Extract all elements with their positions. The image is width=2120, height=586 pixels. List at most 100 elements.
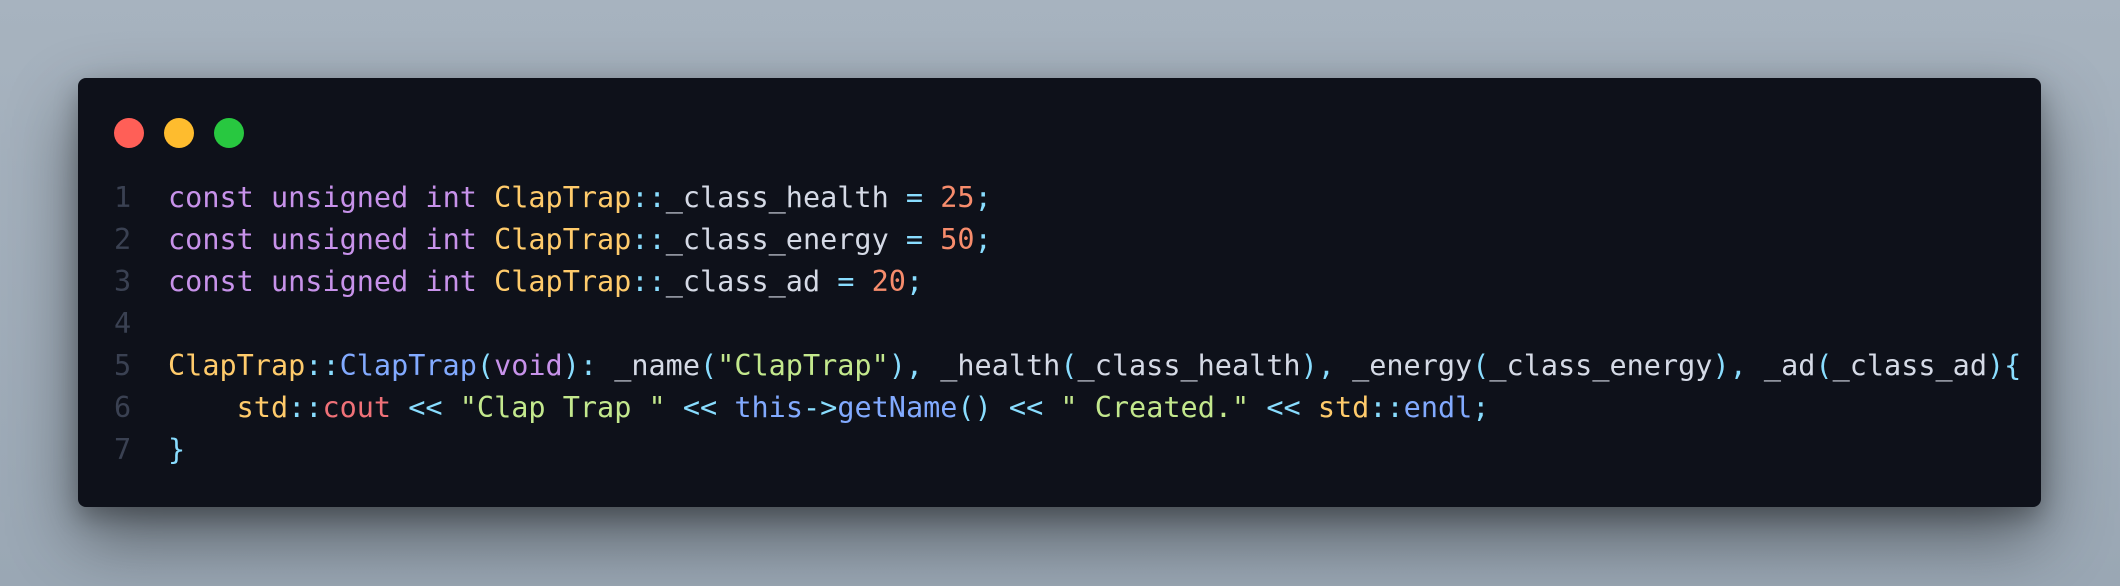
code-token: ( xyxy=(476,349,495,382)
code-token: << xyxy=(1008,391,1044,424)
code-token: const xyxy=(168,265,254,298)
code-token: :: xyxy=(631,265,666,298)
code-token: std xyxy=(236,391,289,424)
code-token: getName xyxy=(837,391,958,424)
line-number: 5 xyxy=(114,349,132,382)
line-number: 3 xyxy=(114,265,132,298)
code-token: << xyxy=(408,391,443,424)
code-token: -> xyxy=(802,391,838,424)
code-window: 1 const unsigned int ClapTrap::_class_hea… xyxy=(78,78,2041,507)
close-dot[interactable] xyxy=(114,118,144,148)
code-token: _ad xyxy=(1746,349,1816,382)
line-code: const unsigned int ClapTrap::_class_ener… xyxy=(168,219,992,261)
code-token: ( xyxy=(1472,349,1490,382)
code-token: _class_energy xyxy=(665,223,889,256)
code-token: this xyxy=(734,391,803,424)
code-token: _class_energy xyxy=(1489,349,1713,382)
code-token: _class_ad xyxy=(665,265,821,298)
code-token: endl xyxy=(1403,391,1473,424)
code-token: int xyxy=(425,265,477,298)
line-number: 2 xyxy=(114,223,132,256)
code-token: } xyxy=(168,433,186,466)
code-token: _class_health xyxy=(1077,349,1301,382)
code-token: const xyxy=(168,223,254,256)
code-token: ( xyxy=(699,349,718,382)
code-token: int xyxy=(425,223,477,256)
line-number: 6 xyxy=(114,391,132,424)
code-token: _energy xyxy=(1334,349,1473,382)
code-token: ; xyxy=(974,181,992,214)
code-token: << xyxy=(1266,391,1301,424)
code-token: ; xyxy=(1472,391,1490,424)
code-token: ; xyxy=(974,223,992,256)
code-token: ClapTrap xyxy=(494,223,632,256)
code-token: _name xyxy=(597,349,700,382)
code-token: ClapTrap xyxy=(494,181,632,214)
code-token: ( xyxy=(1060,349,1078,382)
code-token: ( xyxy=(1815,349,1833,382)
code-token: ClapTrap xyxy=(494,265,632,298)
code-token: ), xyxy=(1300,349,1335,382)
code-token: = xyxy=(905,181,924,214)
code-token: std xyxy=(1317,391,1370,424)
code-token: :: xyxy=(631,223,666,256)
code-token: "ClapTrap" xyxy=(717,349,889,382)
code-token: :: xyxy=(1369,391,1404,424)
line-code: const unsigned int ClapTrap::_class_ad =… xyxy=(168,261,923,303)
code-line: 6 std::cout << "Clap Trap " << this->get… xyxy=(78,387,2041,429)
code-token: unsigned xyxy=(270,265,409,298)
code-token: int xyxy=(425,181,477,214)
code-line: 3 const unsigned int ClapTrap::_class_ad … xyxy=(78,261,2041,303)
line-code: const unsigned int ClapTrap::_class_heal… xyxy=(168,177,992,219)
code-line: 5 ClapTrap::ClapTrap(void): _name("ClapTr… xyxy=(78,345,2041,387)
minimize-dot[interactable] xyxy=(164,118,194,148)
maximize-dot[interactable] xyxy=(214,118,244,148)
line-code: ClapTrap::ClapTrap(void): _name("ClapTra… xyxy=(168,345,2021,387)
code-block: 1 const unsigned int ClapTrap::_class_hea… xyxy=(78,177,2041,471)
code-token: 25 xyxy=(940,181,975,214)
line-number: 7 xyxy=(114,433,132,466)
code-line: 1 const unsigned int ClapTrap::_class_hea… xyxy=(78,177,2041,219)
code-token: << xyxy=(682,391,718,424)
code-token: () xyxy=(957,391,992,424)
code-token: _class_ad xyxy=(1832,349,1988,382)
code-token: :: xyxy=(631,181,666,214)
code-token: cout xyxy=(322,391,392,424)
code-token: _health xyxy=(923,349,1061,382)
code-token: ClapTrap xyxy=(168,349,306,382)
code-token: " Created." xyxy=(1060,391,1250,424)
code-token: void xyxy=(494,349,563,382)
line-number: 4 xyxy=(114,307,132,340)
code-token: ClapTrap xyxy=(339,349,477,382)
code-token: unsigned xyxy=(270,181,409,214)
code-token: 50 xyxy=(940,223,975,256)
line-code: std::cout << "Clap Trap " << this->getNa… xyxy=(168,387,1490,429)
code-token: = xyxy=(905,223,924,256)
code-token: :: xyxy=(288,391,323,424)
code-line: 2 const unsigned int ClapTrap::_class_ene… xyxy=(78,219,2041,261)
code-token: 20 xyxy=(871,265,906,298)
code-token: const xyxy=(168,181,254,214)
code-token: _class_health xyxy=(665,181,889,214)
code-token: ){ xyxy=(1987,349,2022,382)
code-token: "Clap Trap " xyxy=(459,391,666,424)
